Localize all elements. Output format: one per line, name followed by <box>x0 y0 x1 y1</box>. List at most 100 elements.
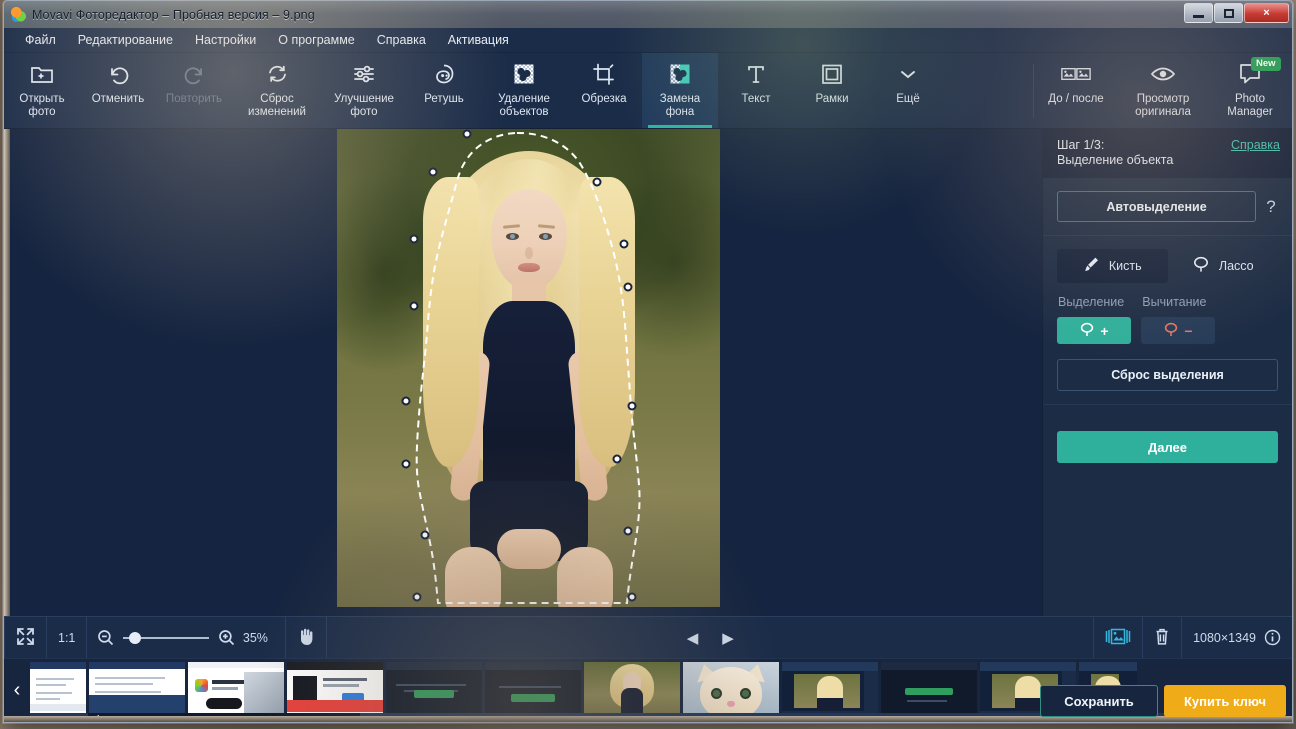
lasso-plus-icon <box>1079 322 1095 340</box>
desktop-background: Movavi Фоторедактор – Пробная версия – 9… <box>0 0 1296 729</box>
tool-label: Просмотр оригинала <box>1135 93 1191 118</box>
tool-open-photo[interactable]: Открыть фото <box>4 53 80 128</box>
brush-icon <box>1083 256 1100 276</box>
edited-photo[interactable] <box>337 129 720 607</box>
tool-view-original[interactable]: Просмотр оригинала <box>1118 53 1208 128</box>
tool-brush[interactable]: Кисть <box>1057 249 1168 283</box>
image-info: 1080×1349 <box>1182 617 1292 659</box>
list-item[interactable] <box>287 661 383 721</box>
fit-to-screen-button[interactable] <box>4 616 47 659</box>
tool-label: Ещё <box>896 93 920 105</box>
tool-background-change[interactable]: Замена фона <box>642 53 718 128</box>
tool-label: Обрезка <box>581 93 627 105</box>
eraser-icon <box>509 60 539 88</box>
selection-handle[interactable] <box>462 129 472 139</box>
tool-text[interactable]: Текст <box>718 53 794 128</box>
menu-item-activation[interactable]: Активация <box>437 30 520 50</box>
list-item[interactable] <box>89 661 185 721</box>
before-after-icon <box>1061 60 1091 88</box>
filmstrip-prev-button[interactable]: ‹ <box>4 659 30 723</box>
selection-handle[interactable] <box>409 234 419 244</box>
mode-sub-glyph: − <box>1184 322 1193 339</box>
mode-subtract-button[interactable]: − <box>1141 317 1215 344</box>
close-button[interactable]: × <box>1244 3 1289 23</box>
image-size-label: 1080×1349 <box>1193 630 1256 645</box>
chevron-down-icon <box>893 60 923 88</box>
tool-redo[interactable]: Повторить <box>156 53 232 128</box>
save-button[interactable]: Сохранить <box>1040 685 1158 717</box>
tool-object-removal[interactable]: Удаление объектов <box>482 53 566 128</box>
selection-handle[interactable] <box>627 592 637 602</box>
prev-image-button[interactable]: ◀ <box>675 629 711 647</box>
zoom-one-to-one-button[interactable]: 1:1 <box>47 616 88 659</box>
auto-select-button[interactable]: Автовыделение <box>1057 191 1256 222</box>
lasso-minus-icon <box>1163 322 1179 340</box>
list-item[interactable] <box>683 661 779 721</box>
hand-tool-button[interactable] <box>286 616 328 659</box>
selection-handle[interactable] <box>412 592 422 602</box>
new-badge: New <box>1251 57 1281 71</box>
selection-handle[interactable] <box>619 239 629 249</box>
tool-more[interactable]: Ещё <box>870 53 946 128</box>
question-mark-icon[interactable]: ? <box>1264 197 1278 217</box>
tool-photo-manager[interactable]: New Photo Manager <box>1208 53 1292 128</box>
background-change-panel: Шаг 1/3: Выделение объекта Справка Автов… <box>1042 129 1292 616</box>
tool-enhance-photo[interactable]: Улучшение фото <box>322 53 406 128</box>
tool-label: Повторить <box>165 93 223 105</box>
tool-undo[interactable]: Отменить <box>80 53 156 128</box>
tool-retouch[interactable]: Ретушь <box>406 53 482 128</box>
zoom-out-icon[interactable] <box>97 629 114 646</box>
selection-handle[interactable] <box>612 454 622 464</box>
list-item[interactable] <box>881 661 977 721</box>
minimize-icon <box>1193 14 1204 18</box>
lasso-icon <box>1192 256 1210 276</box>
tool-label: Открыть фото <box>19 93 65 118</box>
selection-handle[interactable] <box>627 401 637 411</box>
delete-button[interactable] <box>1143 616 1183 659</box>
menu-item-help[interactable]: Справка <box>366 30 437 50</box>
tool-crop[interactable]: Обрезка <box>566 53 642 128</box>
redo-icon <box>179 60 209 88</box>
tool-before-after[interactable]: До / после <box>1034 53 1118 128</box>
next-section: Далее <box>1043 405 1292 463</box>
buy-key-button[interactable]: Купить ключ <box>1164 685 1286 717</box>
list-item[interactable] <box>782 661 878 721</box>
app-logo-icon <box>11 7 26 22</box>
maximize-button[interactable] <box>1214 3 1243 23</box>
list-item[interactable] <box>485 661 581 721</box>
next-image-button[interactable]: ▶ <box>710 629 746 647</box>
photo-canvas[interactable] <box>10 129 1042 616</box>
selection-handle[interactable] <box>409 301 419 311</box>
menu-item-file[interactable]: Файл <box>14 30 67 50</box>
compare-button[interactable] <box>1093 616 1144 659</box>
menu-item-settings[interactable]: Настройки <box>184 30 267 50</box>
status-bar: 1:1 35% ◀ ▶ 1080×1349 <box>4 616 1292 659</box>
menu-item-edit[interactable]: Редактирование <box>67 30 184 50</box>
tool-frames[interactable]: Рамки <box>794 53 870 128</box>
selection-handle[interactable] <box>623 282 633 292</box>
panel-header: Шаг 1/3: Выделение объекта Справка <box>1043 129 1292 178</box>
list-item[interactable] <box>584 661 680 721</box>
info-icon[interactable] <box>1264 629 1281 646</box>
selection-handle[interactable] <box>623 526 633 536</box>
mode-add-button[interactable]: + <box>1057 317 1131 344</box>
selection-handle[interactable] <box>401 459 411 469</box>
list-item[interactable] <box>386 661 482 721</box>
list-item[interactable] <box>188 661 284 721</box>
list-item[interactable] <box>30 661 86 721</box>
zoom-in-icon[interactable] <box>218 629 235 646</box>
menu-item-about[interactable]: О программе <box>267 30 365 50</box>
tool-reset-changes[interactable]: Сброс изменений <box>232 53 322 128</box>
minimize-button[interactable] <box>1184 3 1213 23</box>
tool-lasso[interactable]: Лассо <box>1168 249 1279 283</box>
zoom-slider[interactable] <box>123 631 210 645</box>
help-link[interactable]: Справка <box>1231 138 1280 152</box>
selection-handle[interactable] <box>592 177 602 187</box>
reset-selection-button[interactable]: Сброс выделения <box>1057 359 1278 391</box>
frame-icon <box>817 60 847 88</box>
selection-handle[interactable] <box>428 167 438 177</box>
zoom-slider-knob[interactable] <box>129 631 142 644</box>
selection-handle[interactable] <box>420 530 430 540</box>
selection-handle[interactable] <box>401 396 411 406</box>
next-button[interactable]: Далее <box>1057 431 1278 463</box>
